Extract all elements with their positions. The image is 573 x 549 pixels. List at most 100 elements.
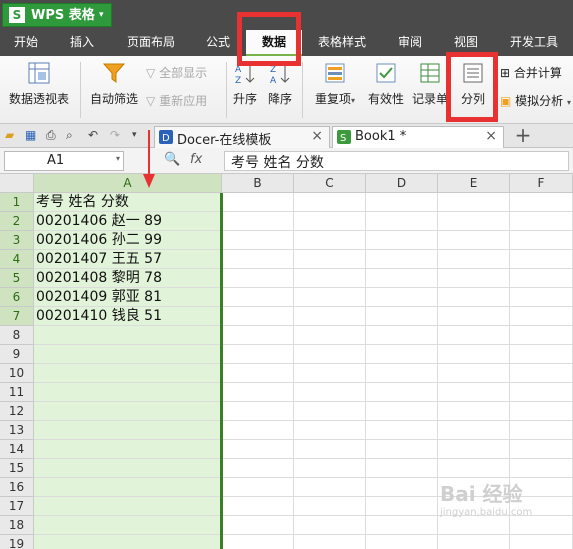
cell-a2[interactable]: 00201406 赵一 89 bbox=[36, 212, 162, 231]
row-header[interactable]: 14 bbox=[0, 440, 34, 459]
undo-icon[interactable]: ↶ bbox=[88, 128, 98, 142]
print-icon[interactable]: ⎙ bbox=[46, 128, 56, 143]
row-header[interactable]: 15 bbox=[0, 459, 34, 478]
record-form-icon bbox=[420, 63, 440, 83]
chevron-down-icon[interactable]: ▾ bbox=[116, 154, 120, 163]
svg-text:S: S bbox=[340, 133, 346, 144]
column-header[interactable]: F bbox=[510, 174, 573, 193]
select-all-corner[interactable] bbox=[0, 174, 34, 193]
wps-logo-icon: S bbox=[9, 7, 25, 23]
app-menu-button[interactable]: S WPS 表格 ▾ bbox=[2, 3, 112, 27]
tab-review[interactable]: 审阅 bbox=[384, 30, 436, 56]
row-header[interactable]: 5 bbox=[0, 269, 34, 288]
pivot-table-button[interactable]: 数据透视表 bbox=[4, 62, 74, 107]
simulation-analysis-button[interactable]: ▣ 模拟分析 ▾ bbox=[500, 92, 571, 109]
fx-icon[interactable]: fx bbox=[190, 152, 202, 167]
row-header[interactable]: 12 bbox=[0, 402, 34, 421]
record-form-button[interactable]: 记录单 bbox=[410, 62, 450, 107]
row-header[interactable]: 1 bbox=[0, 193, 34, 212]
record-form-label: 记录单 bbox=[411, 92, 448, 106]
watermark-text: Bai 经验 bbox=[440, 482, 523, 506]
tab-docer[interactable]: D Docer-在线模板 × bbox=[154, 126, 330, 148]
app-name: WPS 表格 bbox=[31, 8, 95, 23]
highlight-data-tab bbox=[237, 12, 301, 66]
chevron-down-icon[interactable]: ▾ bbox=[132, 130, 137, 140]
column-header[interactable]: D bbox=[366, 174, 438, 193]
row-header[interactable]: 18 bbox=[0, 516, 34, 535]
tab-home[interactable]: 开始 bbox=[0, 30, 52, 56]
watermark: Bai 经验 jingyan.baidu.com bbox=[440, 478, 570, 538]
merge-calculate-icon: ⊞ bbox=[500, 66, 511, 80]
row-header[interactable]: 17 bbox=[0, 497, 34, 516]
cell-a7[interactable]: 00201410 钱良 51 bbox=[36, 307, 162, 326]
column-gridline bbox=[437, 193, 438, 549]
cell-a5[interactable]: 00201408 黎明 78 bbox=[36, 269, 162, 288]
column-header[interactable]: C bbox=[294, 174, 366, 193]
validity-label: 有效性 bbox=[367, 92, 404, 106]
row-header[interactable]: 16 bbox=[0, 478, 34, 497]
row-header[interactable]: 11 bbox=[0, 383, 34, 402]
sort-descending-button[interactable]: Z A 降序 bbox=[264, 62, 296, 107]
column-header[interactable]: E bbox=[438, 174, 510, 193]
merge-calculate-button[interactable]: ⊞ 合并计算 bbox=[500, 64, 562, 81]
row-header[interactable]: 6 bbox=[0, 288, 34, 307]
reapply-label: 重新应用 bbox=[159, 94, 208, 108]
column-header[interactable]: B bbox=[222, 174, 294, 193]
row-header[interactable]: 4 bbox=[0, 250, 34, 269]
chevron-down-icon: ▾ bbox=[99, 10, 104, 20]
row-header[interactable]: 8 bbox=[0, 326, 34, 345]
svg-text:Z: Z bbox=[270, 65, 276, 75]
zoom-icon[interactable]: 🔍 bbox=[164, 152, 180, 167]
open-folder-icon[interactable]: ▰ bbox=[5, 128, 14, 142]
reapply-icon: ▽ bbox=[146, 94, 156, 108]
row-header[interactable]: 7 bbox=[0, 307, 34, 326]
row-gridline bbox=[34, 363, 573, 364]
name-box[interactable]: A1 ▾ bbox=[4, 151, 124, 171]
column-header[interactable]: A bbox=[34, 174, 222, 193]
show-all-label: 全部显示 bbox=[159, 66, 208, 80]
formula-bar: A1 ▾ 🔍 fx 考号 姓名 分数 bbox=[0, 148, 573, 174]
print-preview-icon[interactable]: ⌕ bbox=[66, 128, 73, 143]
tab-title: Book1 * bbox=[355, 129, 407, 144]
duplicates-label: 重复项▾ bbox=[314, 92, 356, 106]
selection-border bbox=[220, 193, 223, 549]
sort-ascending-button[interactable]: A Z 升序 bbox=[230, 62, 260, 107]
row-header[interactable]: 19 bbox=[0, 535, 34, 549]
duplicates-icon bbox=[325, 63, 345, 83]
row-gridline bbox=[34, 382, 573, 383]
ribbon-divider bbox=[302, 62, 303, 118]
row-header[interactable]: 9 bbox=[0, 345, 34, 364]
pivot-table-icon bbox=[28, 62, 50, 84]
watermark-url: jingyan.baidu.com bbox=[440, 507, 533, 518]
row-header[interactable]: 10 bbox=[0, 364, 34, 383]
merge-calculate-label: 合并计算 bbox=[513, 66, 562, 80]
close-icon[interactable]: × bbox=[311, 128, 323, 144]
tab-developer[interactable]: 开发工具 bbox=[498, 30, 570, 56]
tab-page-layout[interactable]: 页面布局 bbox=[114, 30, 188, 56]
tab-table-style[interactable]: 表格样式 bbox=[304, 30, 380, 56]
tab-insert[interactable]: 插入 bbox=[54, 30, 110, 56]
cell-a1[interactable]: 考号 姓名 分数 bbox=[36, 193, 129, 212]
validity-button[interactable]: 有效性 bbox=[364, 62, 408, 107]
close-icon[interactable]: × bbox=[485, 128, 497, 144]
cell-a4[interactable]: 00201407 王五 57 bbox=[36, 250, 162, 269]
duplicates-button[interactable]: 重复项▾ bbox=[308, 62, 362, 107]
row-header[interactable]: 3 bbox=[0, 231, 34, 250]
tab-book1[interactable]: S Book1 * × bbox=[332, 126, 504, 148]
highlight-split-button bbox=[446, 52, 498, 122]
row-gridline bbox=[34, 458, 573, 459]
save-icon[interactable]: ▦ bbox=[25, 128, 36, 142]
cell-a3[interactable]: 00201406 孙二 99 bbox=[36, 231, 162, 250]
svg-text:D: D bbox=[162, 133, 170, 144]
row-header[interactable]: 2 bbox=[0, 212, 34, 231]
new-tab-button[interactable]: + bbox=[506, 124, 540, 148]
row-header[interactable]: 13 bbox=[0, 421, 34, 440]
show-all-button[interactable]: ▽ 全部显示 bbox=[146, 64, 207, 81]
cell-a6[interactable]: 00201409 郭亚 81 bbox=[36, 288, 162, 307]
formula-input[interactable]: 考号 姓名 分数 bbox=[224, 151, 569, 171]
autofilter-button[interactable]: 自动筛选 bbox=[86, 62, 142, 107]
redo-icon[interactable]: ↷ bbox=[110, 128, 120, 142]
reapply-button[interactable]: ▽ 重新应用 bbox=[146, 92, 207, 109]
row-gridline bbox=[34, 401, 573, 402]
ribbon-divider bbox=[226, 62, 227, 118]
